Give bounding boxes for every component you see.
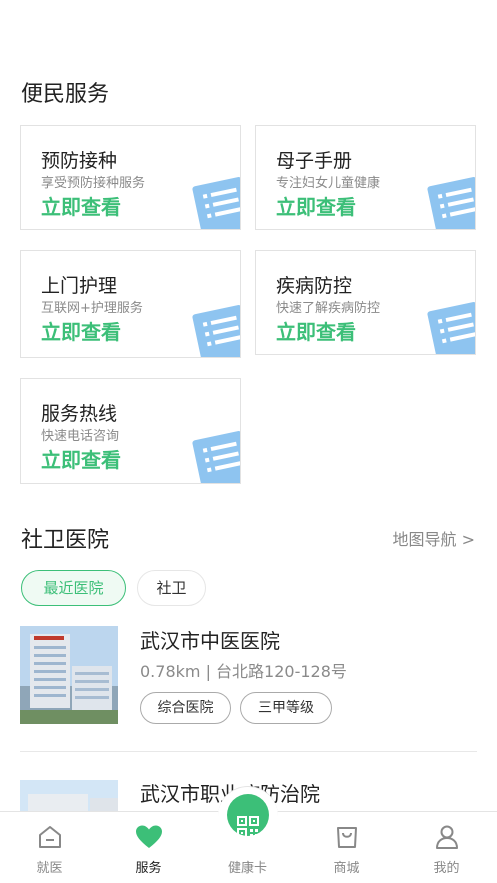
card-title: 疾病防控 bbox=[276, 275, 353, 297]
card-subtitle: 专注妇女儿童健康 bbox=[276, 176, 381, 191]
user-icon bbox=[435, 825, 458, 849]
view-now-link[interactable]: 立即查看 bbox=[41, 191, 121, 220]
document-list-icon bbox=[192, 431, 240, 483]
tab-label: 商城 bbox=[333, 861, 360, 876]
tab-health-card[interactable]: 健康卡 bbox=[198, 786, 297, 883]
card-subtitle: 享受预防接种服务 bbox=[41, 176, 146, 191]
tab-medical[interactable]: 就医 bbox=[0, 812, 99, 883]
card-subtitle: 互联网+护理服务 bbox=[41, 301, 143, 316]
map-navigation-link[interactable]: 地图导航 > bbox=[393, 526, 476, 550]
hospital-distance-address: 0.78km | 台北路120-128号 bbox=[140, 662, 347, 681]
document-list-icon bbox=[192, 177, 240, 229]
home-icon bbox=[38, 826, 61, 848]
service-card-vaccination[interactable]: 预防接种 享受预防接种服务 立即查看 bbox=[20, 125, 241, 230]
document-list-icon bbox=[192, 305, 240, 357]
tab-mall[interactable]: 商城 bbox=[297, 812, 396, 883]
bottom-tab-bar: 就医 服务 健康卡 商城 我的 bbox=[0, 786, 497, 883]
card-subtitle: 快速电话咨询 bbox=[41, 429, 120, 444]
card-title: 预防接种 bbox=[41, 150, 118, 172]
document-list-icon bbox=[427, 302, 475, 354]
tab-services[interactable]: 服务 bbox=[99, 812, 198, 883]
filter-chip-community[interactable]: 社卫 bbox=[137, 570, 206, 606]
view-now-link[interactable]: 立即查看 bbox=[41, 316, 121, 345]
service-card-disease-control[interactable]: 疾病防控 快速了解疾病防控 立即查看 bbox=[255, 250, 476, 355]
heart-icon bbox=[135, 825, 162, 848]
hospital-tag-grade: 三甲等级 bbox=[240, 692, 332, 724]
card-title: 上门护理 bbox=[41, 275, 118, 297]
card-subtitle: 快速了解疾病防控 bbox=[276, 301, 381, 316]
view-now-link[interactable]: 立即查看 bbox=[276, 191, 356, 220]
tab-label: 我的 bbox=[433, 861, 460, 876]
services-section-title: 便民服务 bbox=[21, 82, 110, 107]
tab-label: 服务 bbox=[135, 861, 162, 876]
hospitals-section-title: 社卫医院 bbox=[21, 528, 110, 553]
document-list-icon bbox=[427, 177, 475, 229]
view-now-link[interactable]: 立即查看 bbox=[41, 444, 121, 473]
qr-code-icon bbox=[236, 816, 259, 838]
view-now-link[interactable]: 立即查看 bbox=[276, 316, 356, 345]
shopping-bag-icon bbox=[336, 827, 357, 848]
hospital-photo[interactable] bbox=[20, 780, 118, 812]
tab-profile[interactable]: 我的 bbox=[396, 812, 497, 883]
service-card-hotline[interactable]: 服务热线 快速电话咨询 立即查看 bbox=[20, 378, 241, 484]
service-card-home-nursing[interactable]: 上门护理 互联网+护理服务 立即查看 bbox=[20, 250, 241, 358]
health-card-button[interactable] bbox=[217, 786, 278, 846]
hospital-tag-general: 综合医院 bbox=[140, 692, 231, 724]
list-divider bbox=[20, 751, 477, 752]
hospital-photo[interactable] bbox=[20, 626, 118, 724]
tab-label: 就医 bbox=[36, 861, 63, 876]
card-title: 母子手册 bbox=[276, 150, 353, 172]
card-title: 服务热线 bbox=[41, 403, 118, 425]
hospital-name[interactable]: 武汉市中医医院 bbox=[140, 625, 280, 654]
filter-chip-nearest[interactable]: 最近医院 bbox=[21, 570, 126, 606]
tab-label: 健康卡 bbox=[227, 861, 267, 876]
service-card-mother-child[interactable]: 母子手册 专注妇女儿童健康 立即查看 bbox=[255, 125, 476, 230]
